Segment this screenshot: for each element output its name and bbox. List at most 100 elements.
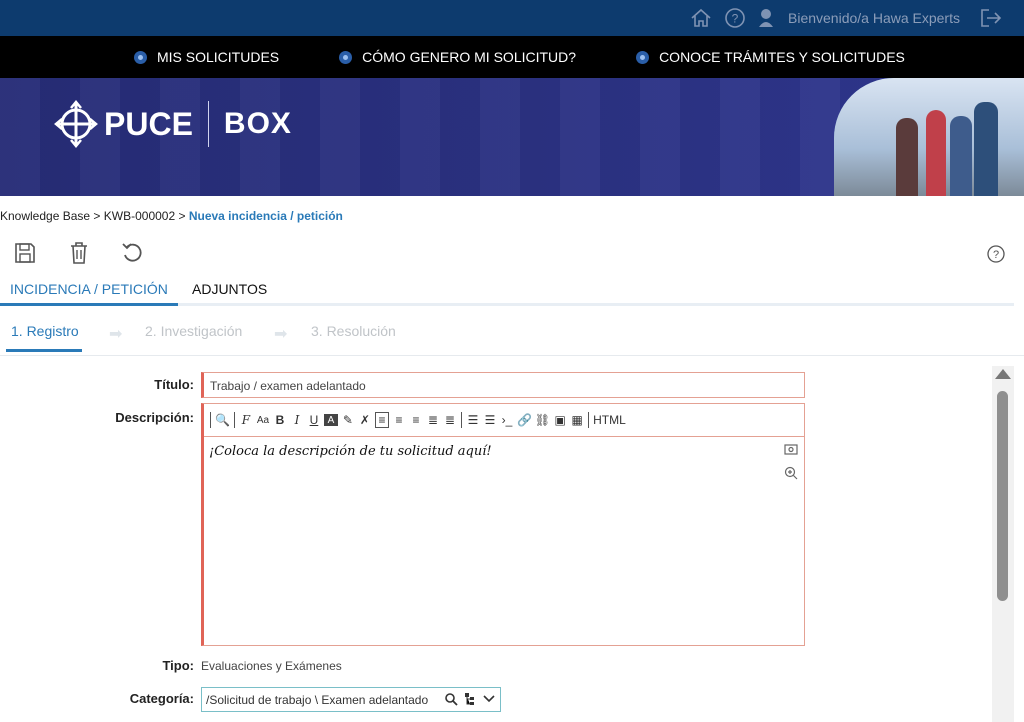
trash-icon (71, 242, 87, 264)
puce-emblem-icon (54, 100, 98, 148)
categoria-actions (444, 692, 496, 706)
nav-mis-solicitudes[interactable]: MIS SOLICITUDES (134, 49, 279, 65)
link-icon[interactable]: 🔗 (517, 412, 532, 428)
tab-incidencia[interactable]: INCIDENCIA / PETICIÓN (0, 278, 178, 306)
align-center-icon[interactable]: ≡ (409, 412, 423, 428)
person-figure (974, 102, 998, 196)
breadcrumb-current: Nueva incidencia / petición (188, 209, 343, 223)
eraser-icon[interactable]: ✗ (358, 412, 372, 428)
brand-name: PUCE (104, 105, 193, 142)
description-editor[interactable]: 🔍 F Aa B I U A ✎ ✗ ≡ ≡ ≡ ≣ ≣ ☰ ☰ ›_ 🔗 ⛓ … (201, 403, 805, 646)
undo-button[interactable] (120, 240, 146, 266)
bullet-list-icon[interactable]: ☰ (483, 412, 497, 428)
tab-adjuntos[interactable]: ADJUNTOS (182, 278, 277, 306)
user-icon (758, 8, 774, 28)
person-figure (926, 110, 946, 196)
nav-como-genero[interactable]: CÓMO GENERO MI SOLICITUD? (339, 49, 576, 65)
nav-item-label: MIS SOLICITUDES (157, 49, 280, 65)
outdent-icon[interactable]: ≣ (443, 412, 457, 428)
product-name: BOX (223, 107, 292, 140)
active-step-indicator (6, 349, 82, 352)
breadcrumb: Knowledge Base > KWB-000002 > Nueva inci… (0, 209, 343, 223)
toolbar-separator (460, 412, 462, 428)
categoria-label: Categoría: (129, 691, 194, 706)
save-button[interactable] (12, 240, 38, 266)
screenshot-icon[interactable] (784, 442, 798, 456)
help-icon[interactable]: ? (724, 7, 746, 29)
breadcrumb-separator: > (175, 209, 189, 223)
categoria-select[interactable]: /Solicitud de trabajo \ Examen adelantad… (201, 687, 501, 712)
nav-bullet-icon (339, 50, 353, 64)
scroll-up-icon[interactable] (995, 369, 1011, 379)
form-scrollbar[interactable] (992, 366, 1014, 722)
description-text[interactable]: ¡Coloca la descripción de tu solicitud a… (209, 444, 492, 459)
page-help-button[interactable]: ? (987, 245, 1005, 263)
breadcrumb-separator: > (90, 209, 104, 223)
workflow-steps: 1. Registro ➡ 2. Investigación ➡ 3. Reso… (0, 314, 1024, 356)
code-icon[interactable]: ›_ (500, 412, 514, 428)
home-icon[interactable] (690, 8, 712, 28)
align-left-icon[interactable]: ≡ (374, 412, 389, 428)
tree-icon[interactable] (464, 692, 476, 706)
font-size-icon[interactable]: Aa (256, 412, 270, 428)
highlight-icon[interactable]: ✎ (341, 412, 355, 428)
find-icon[interactable]: 🔍 (215, 412, 230, 428)
unlink-icon[interactable]: ⛓ (535, 412, 550, 428)
toolbar-separator (233, 412, 235, 428)
indent-icon[interactable]: ≣ (426, 412, 440, 428)
record-toolbar (12, 240, 146, 266)
html-source-button[interactable]: HTML (593, 412, 626, 428)
chevron-down-icon[interactable] (482, 692, 496, 706)
help-icon: ? (987, 245, 1005, 263)
align-right-icon[interactable]: ≡ (392, 412, 406, 428)
table-icon[interactable]: ▦ (570, 412, 584, 428)
nav-conoce-tramites[interactable]: CONOCE TRÁMITES Y SOLICITUDES (636, 49, 905, 65)
underline-icon[interactable]: U (307, 412, 321, 428)
nav-item-label: CÓMO GENERO MI SOLICITUD? (362, 49, 577, 65)
editor-toolbar: 🔍 F Aa B I U A ✎ ✗ ≡ ≡ ≡ ≣ ≣ ☰ ☰ ›_ 🔗 ⛓ … (204, 404, 804, 437)
students-photo (834, 78, 1024, 196)
svg-text:?: ? (732, 12, 739, 26)
puce-box-logo: PUCE BOX (54, 100, 292, 148)
scrollbar-thumb[interactable] (997, 391, 1008, 601)
main-nav: MIS SOLICITUDES CÓMO GENERO MI SOLICITUD… (0, 36, 1024, 78)
record-tabs: INCIDENCIA / PETICIÓN ADJUNTOS (0, 278, 1014, 306)
breadcrumb-kb[interactable]: KWB-000002 (104, 209, 175, 223)
categoria-value: /Solicitud de trabajo \ Examen adelantad… (206, 693, 429, 707)
nav-bullet-icon (134, 50, 147, 64)
header-banner: PUCE BOX (0, 78, 1024, 196)
title-label: Título: (154, 377, 194, 392)
font-family-icon[interactable]: F (239, 412, 253, 428)
welcome-text: Bienvenido/a Hawa Experts (788, 10, 960, 26)
step-registro[interactable]: 1. Registro (11, 323, 79, 339)
tipo-value: Evaluaciones y Exámenes (201, 659, 342, 673)
search-icon[interactable] (444, 692, 458, 706)
italic-icon[interactable]: I (290, 412, 304, 428)
delete-button[interactable] (66, 240, 92, 266)
description-label: Descripción: (115, 410, 194, 425)
step-arrow-icon: ➡ (274, 326, 288, 343)
svg-text:?: ? (993, 249, 999, 261)
step-investigacion[interactable]: 2. Investigación (145, 323, 242, 339)
undo-icon (122, 243, 142, 262)
tipo-label: Tipo: (162, 658, 194, 673)
breadcrumb-root[interactable]: Knowledge Base (0, 209, 90, 223)
logo-divider (207, 101, 209, 147)
bold-icon[interactable]: B (273, 412, 287, 428)
image-icon[interactable]: ▣ (553, 412, 567, 428)
zoom-in-icon[interactable] (784, 466, 798, 480)
top-user-bar: ? Bienvenido/a Hawa Experts (0, 0, 1024, 36)
title-input[interactable]: Trabajo / examen adelantado (201, 372, 805, 398)
toolbar-separator (588, 412, 590, 428)
person-figure (896, 118, 918, 196)
step-arrow-icon: ➡ (109, 326, 123, 343)
nav-item-label: CONOCE TRÁMITES Y SOLICITUDES (659, 49, 905, 65)
save-icon (15, 243, 35, 263)
font-color-icon[interactable]: A (323, 414, 338, 426)
logout-icon[interactable] (980, 8, 1002, 28)
ordered-list-icon[interactable]: ☰ (466, 412, 480, 428)
toolbar-separator (210, 412, 211, 428)
step-resolucion[interactable]: 3. Resolución (311, 323, 396, 339)
person-figure (950, 116, 972, 196)
nav-bullet-icon (636, 50, 650, 64)
